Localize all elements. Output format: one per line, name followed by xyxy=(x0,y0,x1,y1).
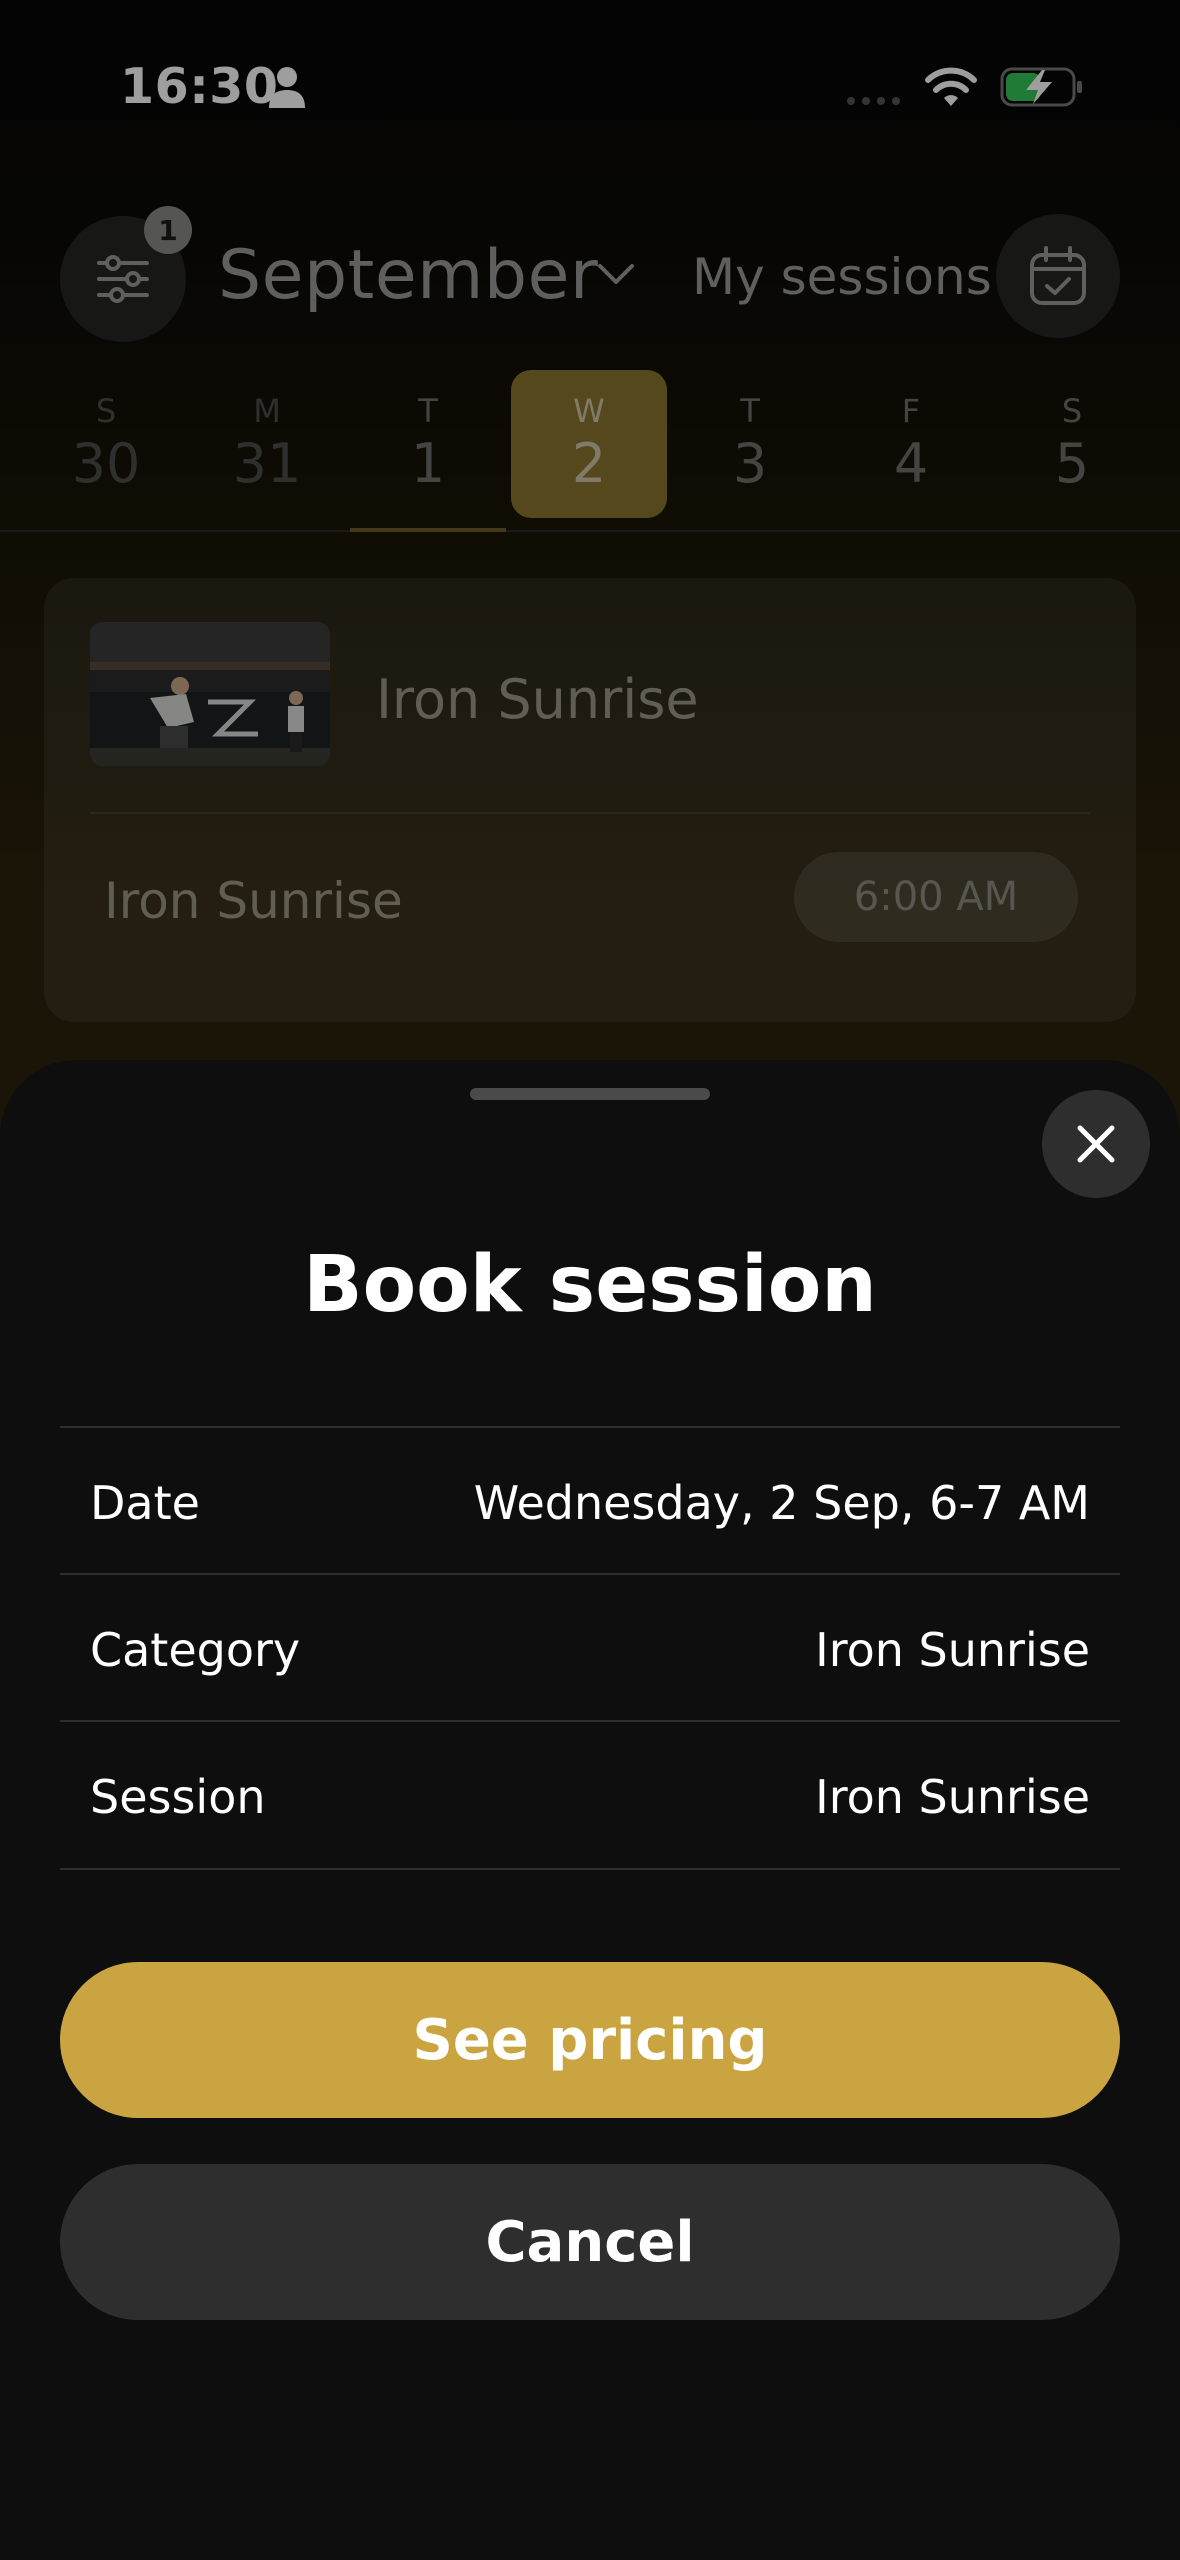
close-icon xyxy=(1077,1125,1115,1163)
session-label: Session xyxy=(90,1770,266,1824)
category-label: Category xyxy=(90,1623,301,1677)
sheet-title: Book session xyxy=(303,1240,877,1330)
cancel-button[interactable]: Cancel xyxy=(60,2164,1120,2320)
session-value: Iron Sunrise xyxy=(815,1770,1090,1824)
session-row: Session Iron Sunrise xyxy=(60,1720,1120,1866)
date-row: Date Wednesday, 2 Sep, 6-7 AM xyxy=(60,1426,1120,1572)
sheet-grabber[interactable] xyxy=(470,1088,710,1100)
category-value: Iron Sunrise xyxy=(815,1623,1090,1677)
details-bottom-divider xyxy=(60,1868,1120,1870)
see-pricing-button[interactable]: See pricing xyxy=(60,1962,1120,2118)
book-session-sheet: Book session Date Wednesday, 2 Sep, 6-7 … xyxy=(0,1060,1180,2560)
date-value: Wednesday, 2 Sep, 6-7 AM xyxy=(473,1476,1090,1530)
date-label: Date xyxy=(90,1476,200,1530)
category-row: Category Iron Sunrise xyxy=(60,1573,1120,1719)
close-button[interactable] xyxy=(1042,1090,1150,1198)
